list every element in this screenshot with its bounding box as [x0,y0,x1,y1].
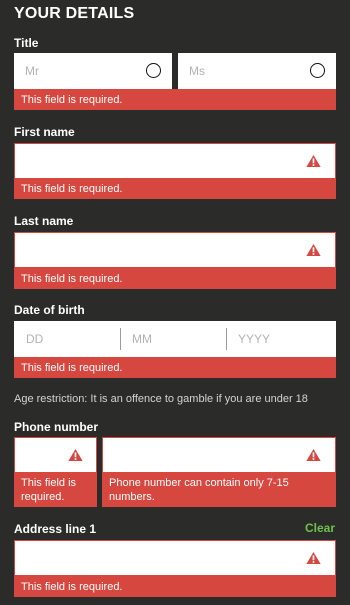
dob-error: This field is required. [14,357,336,378]
title-option-ms-label: Ms [189,64,205,78]
phone-number-input[interactable] [102,437,336,473]
address1-label: Address line 1 [14,522,97,536]
title-label: Title [14,36,39,50]
title-option-mr[interactable]: Mr [14,53,172,89]
first-name-input[interactable] [14,143,336,179]
warning-icon [68,448,83,462]
last-name-input[interactable] [14,232,336,268]
dob-month-input[interactable]: MM [132,332,152,346]
dob-label: Date of birth [14,303,85,317]
dob-input-group: DD MM YYYY [14,321,336,357]
dob-day-input[interactable]: DD [26,332,43,346]
dob-separator [226,328,227,350]
last-name-error: This field is required. [14,268,336,289]
age-restriction-note: Age restriction: It is an offence to gam… [14,393,308,405]
phone-label: Phone number [14,420,99,434]
warning-icon [306,551,321,565]
radio-mr-icon[interactable] [146,63,161,78]
dob-year-input[interactable]: YYYY [238,332,270,346]
address1-input[interactable] [14,540,336,576]
phone-prefix-input[interactable] [14,437,97,473]
first-name-error: This field is required. [14,178,336,199]
phone-prefix-error: This field is required. [14,473,97,507]
warning-icon [306,448,321,462]
radio-ms-icon[interactable] [310,63,325,78]
title-option-mr-label: Mr [25,64,39,78]
last-name-label: Last name [14,214,74,228]
warning-icon [306,243,321,257]
dob-separator [120,328,121,350]
warning-icon [306,154,321,168]
address1-clear-link[interactable]: Clear [305,521,335,535]
address1-error: This field is required. [14,576,336,597]
title-error: This field is required. [14,89,336,110]
title-option-ms[interactable]: Ms [178,53,336,89]
first-name-label: First name [14,125,75,139]
phone-number-error: Phone number can contain only 7-15 numbe… [102,473,336,507]
page-heading: YOUR DETAILS [14,5,135,22]
